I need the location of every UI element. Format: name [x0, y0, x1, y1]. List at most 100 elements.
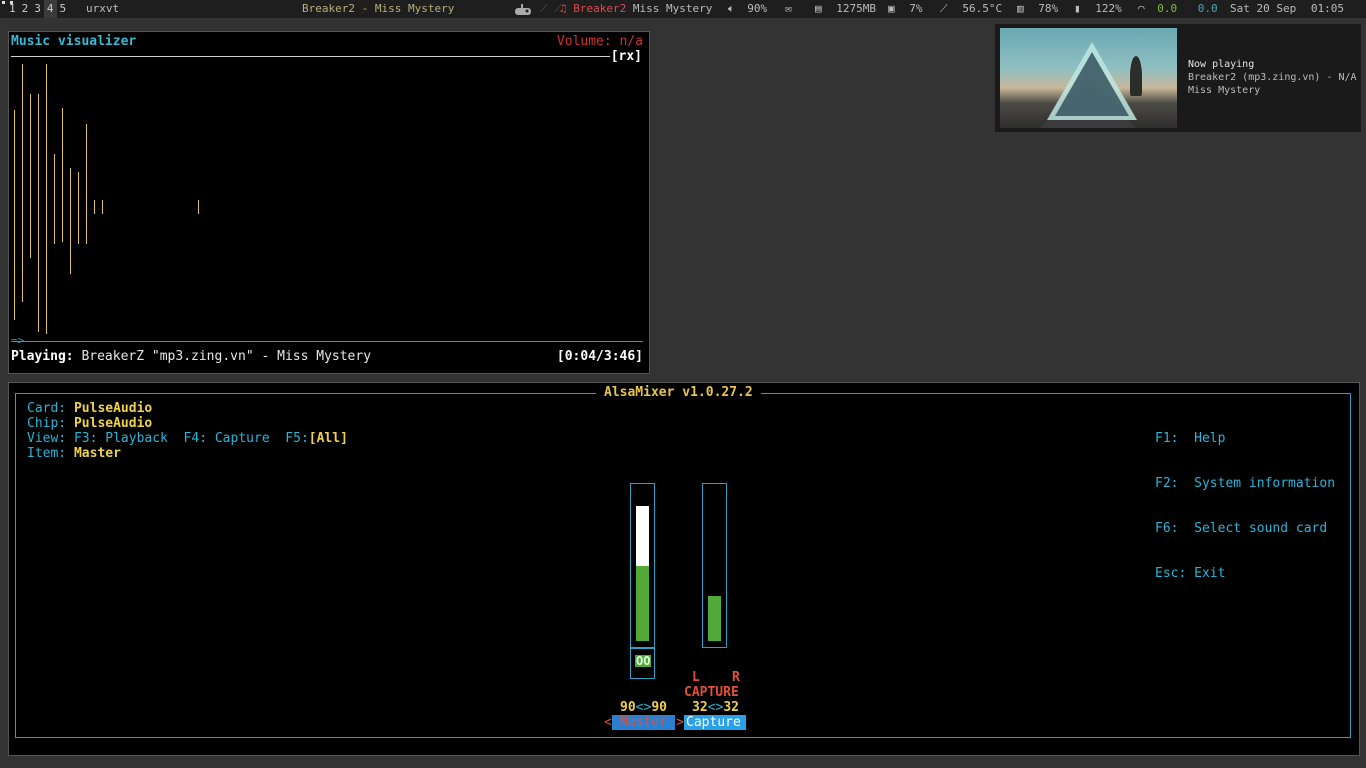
gamepad-icon — [514, 0, 532, 18]
thermometer-icon: ⟋ — [940, 2, 948, 15]
music-artist: Breaker2 — [573, 2, 627, 15]
capture-values: 32<>32 — [692, 700, 739, 715]
spectrum-bar — [86, 124, 87, 244]
net-up-value: 0.0 — [1197, 2, 1218, 15]
spectrum-bar — [102, 200, 103, 214]
temperature-value: 56.5°C — [962, 2, 1003, 15]
notification-line-1: Breaker2 (mp3.zing.vn) - N/A — [1188, 72, 1357, 83]
visualizer-title: Music visualizer — [11, 34, 137, 49]
capture-channel-name[interactable]: Capture — [684, 715, 746, 730]
battery-status: ▮ 122% — [1074, 0, 1122, 18]
capture-level-fill — [708, 596, 721, 641]
volume-value: 90% — [747, 2, 768, 15]
selection-bracket-right: > — [676, 715, 684, 730]
spectrum-bar — [38, 94, 39, 332]
playing-label: Playing: — [11, 349, 74, 364]
key-help-f6[interactable]: F6: Select sound card — [1155, 521, 1335, 536]
notification-line-2: Miss Mystery — [1188, 85, 1261, 96]
album-art — [1000, 28, 1177, 128]
battery-value: 122% — [1095, 2, 1122, 15]
now-playing-line: Playing: BreakerZ "mp3.zing.vn" - Miss M… — [11, 349, 371, 364]
album-art-tree — [1130, 56, 1142, 96]
master-right-value: 90 — [651, 700, 667, 715]
battery-icon: ▮ — [1074, 2, 1081, 15]
view-capture-option[interactable]: F4: Capture — [184, 431, 270, 446]
disk-value: 78% — [1038, 2, 1059, 15]
spectrum-bar — [70, 168, 71, 274]
note-icon: ♫ — [560, 2, 567, 15]
capture-right-label: R — [732, 670, 740, 685]
card-label: Card: — [27, 401, 67, 416]
key-help: F1: Help F2: System information F6: Sele… — [1155, 401, 1335, 611]
spectrum-bar — [54, 154, 55, 244]
master-values: 90<>90 — [620, 700, 667, 715]
capture-value-arrows: <> — [707, 700, 724, 715]
progress-bar — [11, 341, 643, 342]
temperature-status: ⟋ 56.5°C — [940, 0, 1002, 18]
window-title: Breaker2 - Miss Mystery — [302, 2, 455, 15]
master-channel-name[interactable]: Master — [612, 715, 675, 730]
key-help-esc[interactable]: Esc: Exit — [1155, 566, 1335, 581]
date-value: Sat 20 Sep — [1230, 2, 1297, 15]
master-mute-toggle[interactable]: OO — [630, 648, 655, 679]
spectrum-bar — [22, 64, 23, 302]
workspace-1[interactable]: 1 — [6, 0, 19, 18]
workspace-4[interactable]: 4 — [43, 0, 57, 18]
speaker-icon: 🔈︎ — [728, 2, 735, 15]
layout-indicator-icon — [2, 1, 5, 4]
workspace-2[interactable]: 2 — [19, 0, 32, 18]
separator: ⟋ ⟋ — [540, 2, 563, 15]
music-title: Miss Mystery — [632, 2, 713, 15]
mail-status[interactable]: ✉ — [785, 0, 792, 18]
card-value: PulseAudio — [73, 401, 153, 416]
mixer-info: Card: PulseAudio Chip: PulseAudio View: … — [27, 401, 348, 461]
playback-time: [0:04/3:46] — [556, 349, 643, 364]
spectrum-bar — [30, 94, 31, 258]
now-playing-notification[interactable]: Now playing Breaker2 (mp3.zing.vn) - N/A… — [995, 24, 1361, 132]
master-mute-label: OO — [635, 654, 652, 668]
view-all-option[interactable]: F5:[All] — [285, 431, 348, 446]
chip-value: PulseAudio — [73, 416, 153, 431]
workspace-5[interactable]: 5 — [57, 0, 70, 18]
music-visualizer-window[interactable]: Music visualizer Volume: n/a [rx] => Pla… — [8, 31, 650, 374]
cpu-status: ▣ 7% — [888, 0, 923, 18]
memory-status: ▤ 1275MB — [815, 0, 876, 18]
time-value: 01:05 — [1310, 2, 1344, 15]
master-level-top — [636, 506, 649, 566]
capture-switch-label[interactable]: CAPTURE — [684, 685, 739, 700]
notification-heading: Now playing — [1188, 59, 1255, 70]
chip-label: Chip: — [27, 416, 67, 431]
disk-status: ▥ 78% — [1017, 0, 1058, 18]
net-down-value: 0.0 — [1157, 2, 1178, 15]
alsamixer-window[interactable]: AlsaMixer v1.0.27.2 Card: PulseAudio Chi… — [8, 382, 1360, 756]
playing-text: BreakerZ "mp3.zing.vn" - Miss Mystery — [81, 349, 372, 364]
capture-volume-slider[interactable] — [702, 483, 727, 648]
wifi-icon: ◠ — [1138, 2, 1145, 15]
disk-icon: ▥ — [1017, 2, 1024, 15]
album-art-inner-triangle — [1055, 52, 1129, 116]
workspace-list: 12345 — [6, 0, 69, 18]
view-label: View: — [27, 431, 67, 446]
workspace-3[interactable]: 3 — [31, 0, 44, 18]
spectrum-bar — [62, 108, 63, 242]
visualizer-volume: Volume: n/a — [556, 34, 643, 49]
window-name: urxvt — [86, 2, 120, 15]
cpu-icon: ▣ — [888, 2, 895, 15]
cpu-value: 7% — [909, 2, 923, 15]
key-help-f1[interactable]: F1: Help — [1155, 431, 1335, 446]
master-volume-slider[interactable] — [630, 483, 655, 648]
view-playback-option[interactable]: F3: Playback — [74, 431, 168, 446]
key-help-f2[interactable]: F2: System information — [1155, 476, 1335, 491]
memory-value: 1275MB — [836, 2, 876, 15]
spectrum-bar — [94, 200, 95, 214]
item-value: Master — [73, 446, 121, 461]
volume-status[interactable]: 🔈︎ 90% — [728, 0, 767, 18]
capture-left-value: 32 — [692, 700, 708, 715]
spectrum-bar — [14, 110, 15, 320]
spectrum-bar — [46, 64, 47, 334]
music-status[interactable]: ♫ Breaker2 Miss Mystery — [560, 0, 712, 18]
selection-bracket-left: < — [604, 715, 612, 730]
item-label: Item: — [27, 446, 67, 461]
master-left-value: 90 — [620, 700, 636, 715]
master-value-arrows: <> — [635, 700, 652, 715]
